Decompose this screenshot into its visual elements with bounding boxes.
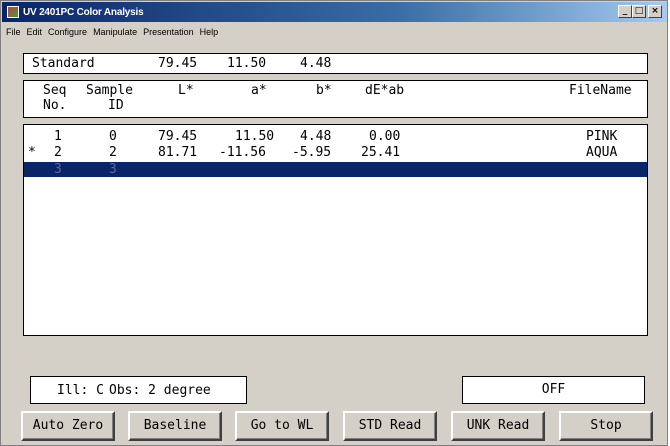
app-icon — [7, 6, 19, 18]
row-sample-id: 2 — [109, 145, 117, 160]
observer-label: Obs: 2 degree — [109, 383, 211, 398]
illuminant-label: Ill: C — [57, 383, 104, 398]
row-seq: 2 — [54, 145, 62, 160]
row-seq: 3 — [54, 162, 62, 177]
menu-manipulate[interactable]: Manipulate — [90, 27, 140, 37]
lamp-status-display: OFF — [462, 376, 645, 404]
window-controls: _ □ × — [618, 5, 662, 18]
row-sample-id: 3 — [109, 162, 117, 177]
standard-label: Standard — [32, 56, 95, 71]
table-row[interactable]: 1 0 79.45 11.50 4.48 0.00 PINK — [24, 129, 647, 144]
menu-help[interactable]: Help — [197, 27, 222, 37]
col-L: L* — [178, 83, 194, 98]
row-sample-id: 0 — [109, 129, 117, 144]
row-seq: 1 — [54, 129, 62, 144]
standard-a-value: 11.50 — [227, 56, 267, 71]
row-filename: PINK — [586, 129, 618, 144]
row-b: 4.48 — [300, 129, 332, 144]
table-row[interactable]: * 2 2 81.71 -11.56 -5.95 25.41 AQUA — [24, 145, 647, 160]
window-title: UV 2401PC Color Analysis — [23, 6, 144, 18]
col-seq-line2: No. — [43, 98, 67, 113]
std-read-button[interactable]: STD Read — [343, 411, 437, 441]
col-seq-line1: Seq — [43, 83, 67, 98]
row-dE: 0.00 — [369, 129, 401, 144]
maximize-icon[interactable]: □ — [632, 5, 646, 18]
col-sample-line1: Sample — [86, 83, 133, 98]
standard-b-value: 4.48 — [300, 56, 332, 71]
standard-L-value: 79.45 — [158, 56, 198, 71]
col-sample-line2: ID — [108, 98, 124, 113]
minimize-icon[interactable]: _ — [618, 5, 632, 18]
illuminant-observer-box: Ill: C Obs: 2 degree — [30, 376, 247, 404]
col-dE: dE*ab — [365, 83, 405, 98]
title-bar[interactable]: UV 2401PC Color Analysis _ □ × — [2, 2, 667, 22]
standard-readout: Standard 79.45 11.50 4.48 — [23, 53, 648, 74]
col-filename: FileName — [569, 83, 632, 98]
row-L: 79.45 — [158, 129, 198, 144]
col-a: a* — [251, 83, 267, 98]
close-icon[interactable]: × — [648, 5, 662, 18]
go-to-wl-button[interactable]: Go to WL — [235, 411, 329, 441]
row-filename: AQUA — [586, 145, 618, 160]
menu-bar: File Edit Configure Manipulate Presentat… — [2, 23, 667, 40]
baseline-button[interactable]: Baseline — [128, 411, 222, 441]
menu-configure[interactable]: Configure — [45, 27, 90, 37]
column-header: Seq No. Sample ID L* a* b* dE*ab FileNam… — [23, 80, 648, 118]
table-row-selected[interactable]: 3 3 — [24, 162, 647, 177]
row-dE: 25.41 — [361, 145, 401, 160]
auto-zero-button[interactable]: Auto Zero — [21, 411, 115, 441]
col-b: b* — [316, 83, 332, 98]
row-mark: * — [28, 145, 36, 160]
app-window: UV 2401PC Color Analysis _ □ × File Edit… — [0, 0, 668, 446]
row-b: -5.95 — [292, 145, 332, 160]
menu-presentation[interactable]: Presentation — [140, 27, 197, 37]
row-a: -11.56 — [219, 145, 266, 160]
menu-edit[interactable]: Edit — [24, 27, 46, 37]
results-list[interactable]: 1 0 79.45 11.50 4.48 0.00 PINK * 2 2 81.… — [23, 124, 648, 336]
row-a: 11.50 — [235, 129, 275, 144]
row-L: 81.71 — [158, 145, 198, 160]
stop-button[interactable]: Stop — [559, 411, 653, 441]
menu-file[interactable]: File — [2, 27, 24, 37]
unk-read-button[interactable]: UNK Read — [451, 411, 545, 441]
